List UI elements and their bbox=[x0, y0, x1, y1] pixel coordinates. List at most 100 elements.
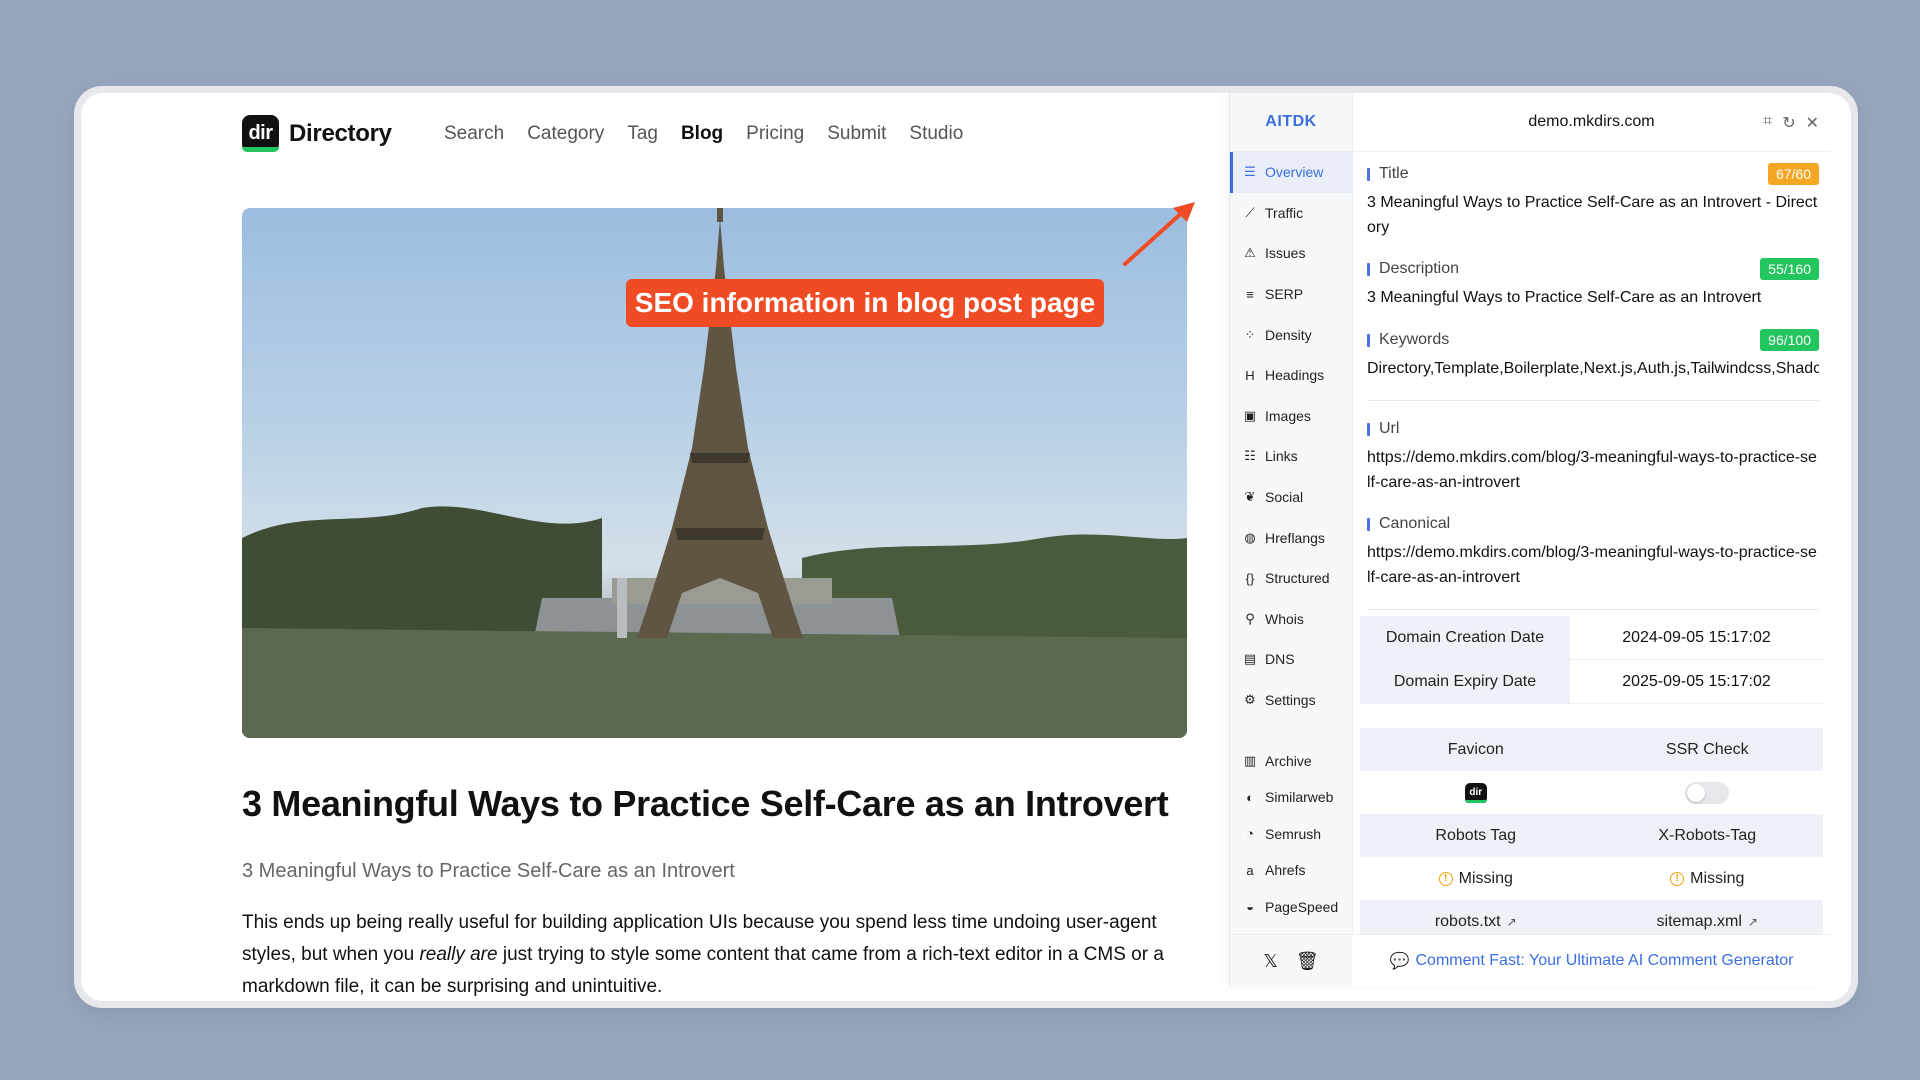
menu-item-headings[interactable]: H Headings bbox=[1230, 355, 1352, 396]
menu-item-label: Social bbox=[1265, 489, 1304, 506]
title-value: 3 Meaningful Ways to Practice Self-Care … bbox=[1367, 194, 1818, 236]
robots-tag-label: Robots Tag bbox=[1435, 826, 1517, 844]
menu-item-label: Overview bbox=[1265, 164, 1324, 181]
menu-item-label: Images bbox=[1265, 407, 1311, 424]
divider bbox=[1367, 400, 1819, 401]
domain-info-table: Domain Creation Date 2024-09-05 15:17:02 D… bbox=[1360, 616, 1823, 704]
nav-pricing[interactable]: Pricing bbox=[746, 123, 804, 145]
menu-item-label: Headings bbox=[1265, 367, 1325, 384]
menu-item-images[interactable]: ▣ Images bbox=[1230, 396, 1352, 437]
url-section: Url https://demo.mkdirs.com/blog/3-meani… bbox=[1367, 418, 1819, 495]
menu-item-density[interactable]: ⁘ Density bbox=[1230, 314, 1352, 355]
promo-footer[interactable]: 💬 Comment Fast: Your Ultimate AI Comment… bbox=[1352, 934, 1831, 987]
menu-item-label: Ahrefs bbox=[1265, 862, 1306, 879]
similarweb-icon: ◐ bbox=[1246, 789, 1254, 805]
refresh-icon[interactable]: ↻ bbox=[1782, 113, 1795, 133]
close-icon[interactable]: ✕ bbox=[1806, 113, 1819, 133]
menu-item-similarweb[interactable]: ◐ Similarweb bbox=[1230, 779, 1352, 816]
domain-info-value: 2024-09-05 15:17:02 bbox=[1622, 628, 1771, 646]
panel-main: demo.mkdirs.com ⌗ ↻ ✕ Title 67/60 3 Meani… bbox=[1352, 93, 1831, 987]
current-domain: demo.mkdirs.com bbox=[1528, 113, 1655, 130]
description-badge: 55/160 bbox=[1760, 258, 1819, 280]
logo-mark-text: dir bbox=[248, 122, 273, 144]
nav-studio[interactable]: Studio bbox=[909, 123, 963, 145]
site-logo[interactable]: dir Directory bbox=[242, 115, 392, 152]
server-icon: ▤ bbox=[1243, 651, 1257, 667]
checks-values-row: dir bbox=[1360, 771, 1823, 814]
favicon-label: Favicon bbox=[1447, 740, 1504, 758]
menu-item-pagespeed[interactable]: ◒ PageSpeed bbox=[1230, 888, 1352, 925]
menu-item-label: Whois bbox=[1265, 610, 1304, 627]
ssr-cell bbox=[1592, 771, 1824, 814]
menu-item-archive[interactable]: ▥ Archive bbox=[1230, 742, 1352, 779]
robots-txt-label: robots.txt bbox=[1434, 912, 1501, 930]
title-label: Title bbox=[1379, 165, 1409, 182]
ssr-toggle[interactable] bbox=[1685, 781, 1730, 804]
globe-icon: ◍ bbox=[1244, 529, 1256, 545]
trash-icon[interactable]: 🗑 bbox=[1296, 951, 1319, 972]
nav-submit[interactable]: Submit bbox=[827, 123, 886, 145]
menu-item-label: SERP bbox=[1265, 286, 1304, 303]
nav-category[interactable]: Category bbox=[527, 123, 604, 145]
menu-item-ahrefs[interactable]: a Ahrefs bbox=[1230, 852, 1352, 889]
crop-icon[interactable]: ⌗ bbox=[1763, 113, 1772, 133]
description-section: Description 55/160 3 Meaningful Ways to P… bbox=[1367, 258, 1819, 310]
robots-values-row: ! Missing ! Missing bbox=[1360, 857, 1823, 900]
favicon-cell: dir bbox=[1360, 771, 1592, 814]
keywords-badge: 96/100 bbox=[1760, 329, 1819, 351]
robots-header-row: Robots Tag X-Robots-Tag bbox=[1360, 814, 1823, 857]
menu-item-label: Structured bbox=[1265, 570, 1330, 587]
x-robots-tag-cell: ! Missing bbox=[1592, 857, 1824, 900]
menu-item-label: DNS bbox=[1265, 651, 1295, 668]
post-body-emphasis: really are bbox=[419, 944, 498, 965]
domain-info-row: Domain Expiry Date 2025-09-05 15:17:02 bbox=[1360, 660, 1823, 704]
favicon-text: dir bbox=[1469, 787, 1483, 798]
favicon-image: dir bbox=[1464, 782, 1487, 803]
panel-brand[interactable]: AITDK bbox=[1230, 93, 1352, 152]
menu-item-social[interactable]: ❦ Social bbox=[1230, 477, 1352, 518]
braces-icon: {} bbox=[1245, 570, 1255, 586]
menu-item-serp[interactable]: ≡ SERP bbox=[1230, 274, 1352, 315]
pagespeed-icon: ◒ bbox=[1246, 899, 1254, 915]
nav-blog[interactable]: Blog bbox=[681, 123, 723, 145]
post-body: This ends up being really useful for bui… bbox=[242, 907, 1202, 1001]
image-icon: ▣ bbox=[1243, 407, 1257, 423]
title-section: Title 67/60 3 Meaningful Ways to Practice… bbox=[1367, 163, 1819, 240]
canonical-section: Canonical https://demo.mkdirs.com/blog/3… bbox=[1367, 513, 1819, 590]
line-chart-icon: ⟋ bbox=[1245, 204, 1255, 220]
promo-link[interactable]: Comment Fast: Your Ultimate AI Comment G… bbox=[1415, 952, 1793, 970]
menu-item-semrush[interactable]: ◔ Semrush bbox=[1230, 815, 1352, 852]
canonical-value[interactable]: https://demo.mkdirs.com/blog/3-meaningfu… bbox=[1367, 540, 1819, 590]
canonical-label: Canonical bbox=[1379, 515, 1451, 532]
description-label: Description bbox=[1379, 260, 1460, 277]
robots-tag-cell: ! Missing bbox=[1360, 857, 1592, 900]
post-subtitle: 3 Meaningful Ways to Practice Self-Care … bbox=[242, 860, 735, 882]
semrush-icon: ◔ bbox=[1246, 826, 1254, 842]
checks-header-row: Favicon SSR Check bbox=[1360, 728, 1823, 771]
callout-arrow-icon bbox=[1123, 202, 1195, 266]
menu-item-label: Semrush bbox=[1265, 825, 1322, 842]
page-window: dir Directory Search Category Tag Blog Prici… bbox=[81, 93, 1851, 1001]
menu-item-dns[interactable]: ▤ DNS bbox=[1230, 639, 1352, 680]
browser-frame: dir Directory Search Category Tag Blog Prici… bbox=[74, 86, 1858, 1008]
menu-item-overview[interactable]: ☰ Overview bbox=[1230, 152, 1352, 193]
menu-item-links[interactable]: ☷ Links bbox=[1230, 436, 1352, 477]
warning-icon: ! bbox=[1670, 871, 1685, 886]
panel-sidebar: AITDK ☰ Overview ⟋ Traffic ⚠ Issues ≡ SERP ⁘ Dens… bbox=[1230, 93, 1353, 987]
ahrefs-icon: a bbox=[1246, 862, 1254, 878]
warning-icon: ! bbox=[1438, 871, 1453, 886]
nav-search[interactable]: Search bbox=[444, 123, 504, 145]
menu-item-issues[interactable]: ⚠ Issues bbox=[1230, 233, 1352, 274]
menu-item-structured[interactable]: {} Structured bbox=[1230, 558, 1352, 599]
user-search-icon: ⚲ bbox=[1245, 610, 1255, 626]
menu-item-hreflangs[interactable]: ◍ Hreflangs bbox=[1230, 517, 1352, 558]
menu-item-settings[interactable]: ⚙ Settings bbox=[1230, 680, 1352, 721]
site-nav: Search Category Tag Blog Pricing Submit Studio bbox=[444, 123, 963, 145]
x-logo-icon[interactable]: 𝕏 bbox=[1263, 951, 1278, 972]
nav-tag[interactable]: Tag bbox=[627, 123, 658, 145]
url-value[interactable]: https://demo.mkdirs.com/blog/3-meaningfu… bbox=[1367, 445, 1819, 495]
menu-item-label: Settings bbox=[1265, 692, 1316, 709]
archive-icon: ▥ bbox=[1243, 752, 1257, 768]
menu-item-whois[interactable]: ⚲ Whois bbox=[1230, 599, 1352, 640]
menu-item-traffic[interactable]: ⟋ Traffic bbox=[1230, 193, 1352, 234]
